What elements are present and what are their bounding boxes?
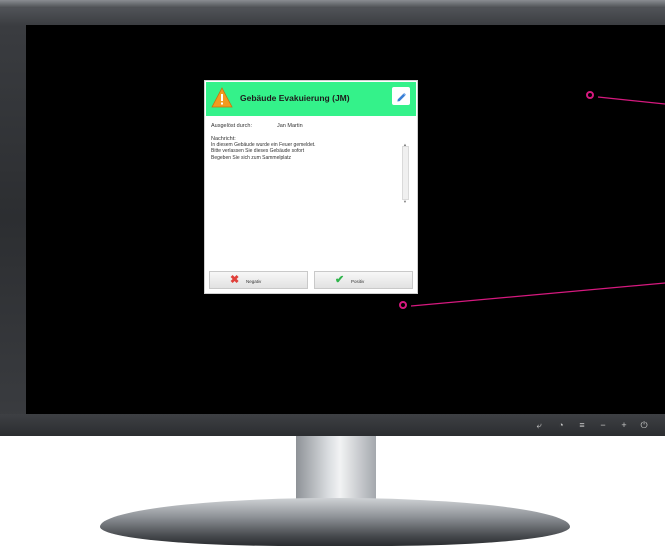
annotation-marker-positive — [399, 301, 407, 309]
monitor-base — [100, 498, 570, 546]
triggered-by-label: Ausgelöst durch: — [211, 123, 252, 129]
dialog-title: Gebäude Evakuierung (JM) — [240, 93, 350, 103]
menu-icon[interactable]: ≡ — [577, 420, 587, 430]
scroll-down-icon[interactable]: ▼ — [403, 199, 407, 204]
annotation-marker-screen — [586, 91, 594, 99]
brightness-icon[interactable]: ◔ — [556, 420, 566, 430]
pencil-icon — [396, 92, 406, 102]
message-line: Begeben Sie sich zum Sammelplatz — [211, 154, 292, 161]
negative-label: Negativ — [246, 279, 262, 284]
dialog-header: Gebäude Evakuierung (JM) — [206, 82, 416, 116]
positive-button[interactable]: ✔ Positiv — [314, 271, 413, 289]
negative-button[interactable]: ✖ Negativ — [209, 271, 308, 289]
green-check-icon: ✔ — [335, 274, 345, 286]
return-icon[interactable]: ⤶ — [534, 420, 544, 430]
plus-icon[interactable]: + — [619, 420, 629, 430]
scroll-up-icon[interactable]: ▲ — [403, 142, 407, 147]
dialog-button-row: ✖ Negativ ✔ Positiv — [209, 271, 413, 289]
warning-triangle-icon — [211, 87, 233, 108]
triggered-by-value: Jan Martin — [277, 123, 303, 129]
message-text: In diesem Gebäude wurde ein Feuer gemeld… — [211, 142, 411, 218]
red-x-icon: ✖ — [230, 274, 240, 286]
evacuation-dialog: Gebäude Evakuierung (JM) Ausgelöst durch… — [204, 80, 418, 294]
message-scrollbar[interactable] — [402, 146, 409, 200]
edit-button[interactable] — [392, 87, 410, 105]
minus-icon[interactable]: − — [598, 420, 608, 430]
power-icon[interactable]: ⏻ — [639, 420, 649, 430]
positive-label: Positiv — [351, 279, 365, 284]
bezel-highlight — [0, 0, 665, 8]
